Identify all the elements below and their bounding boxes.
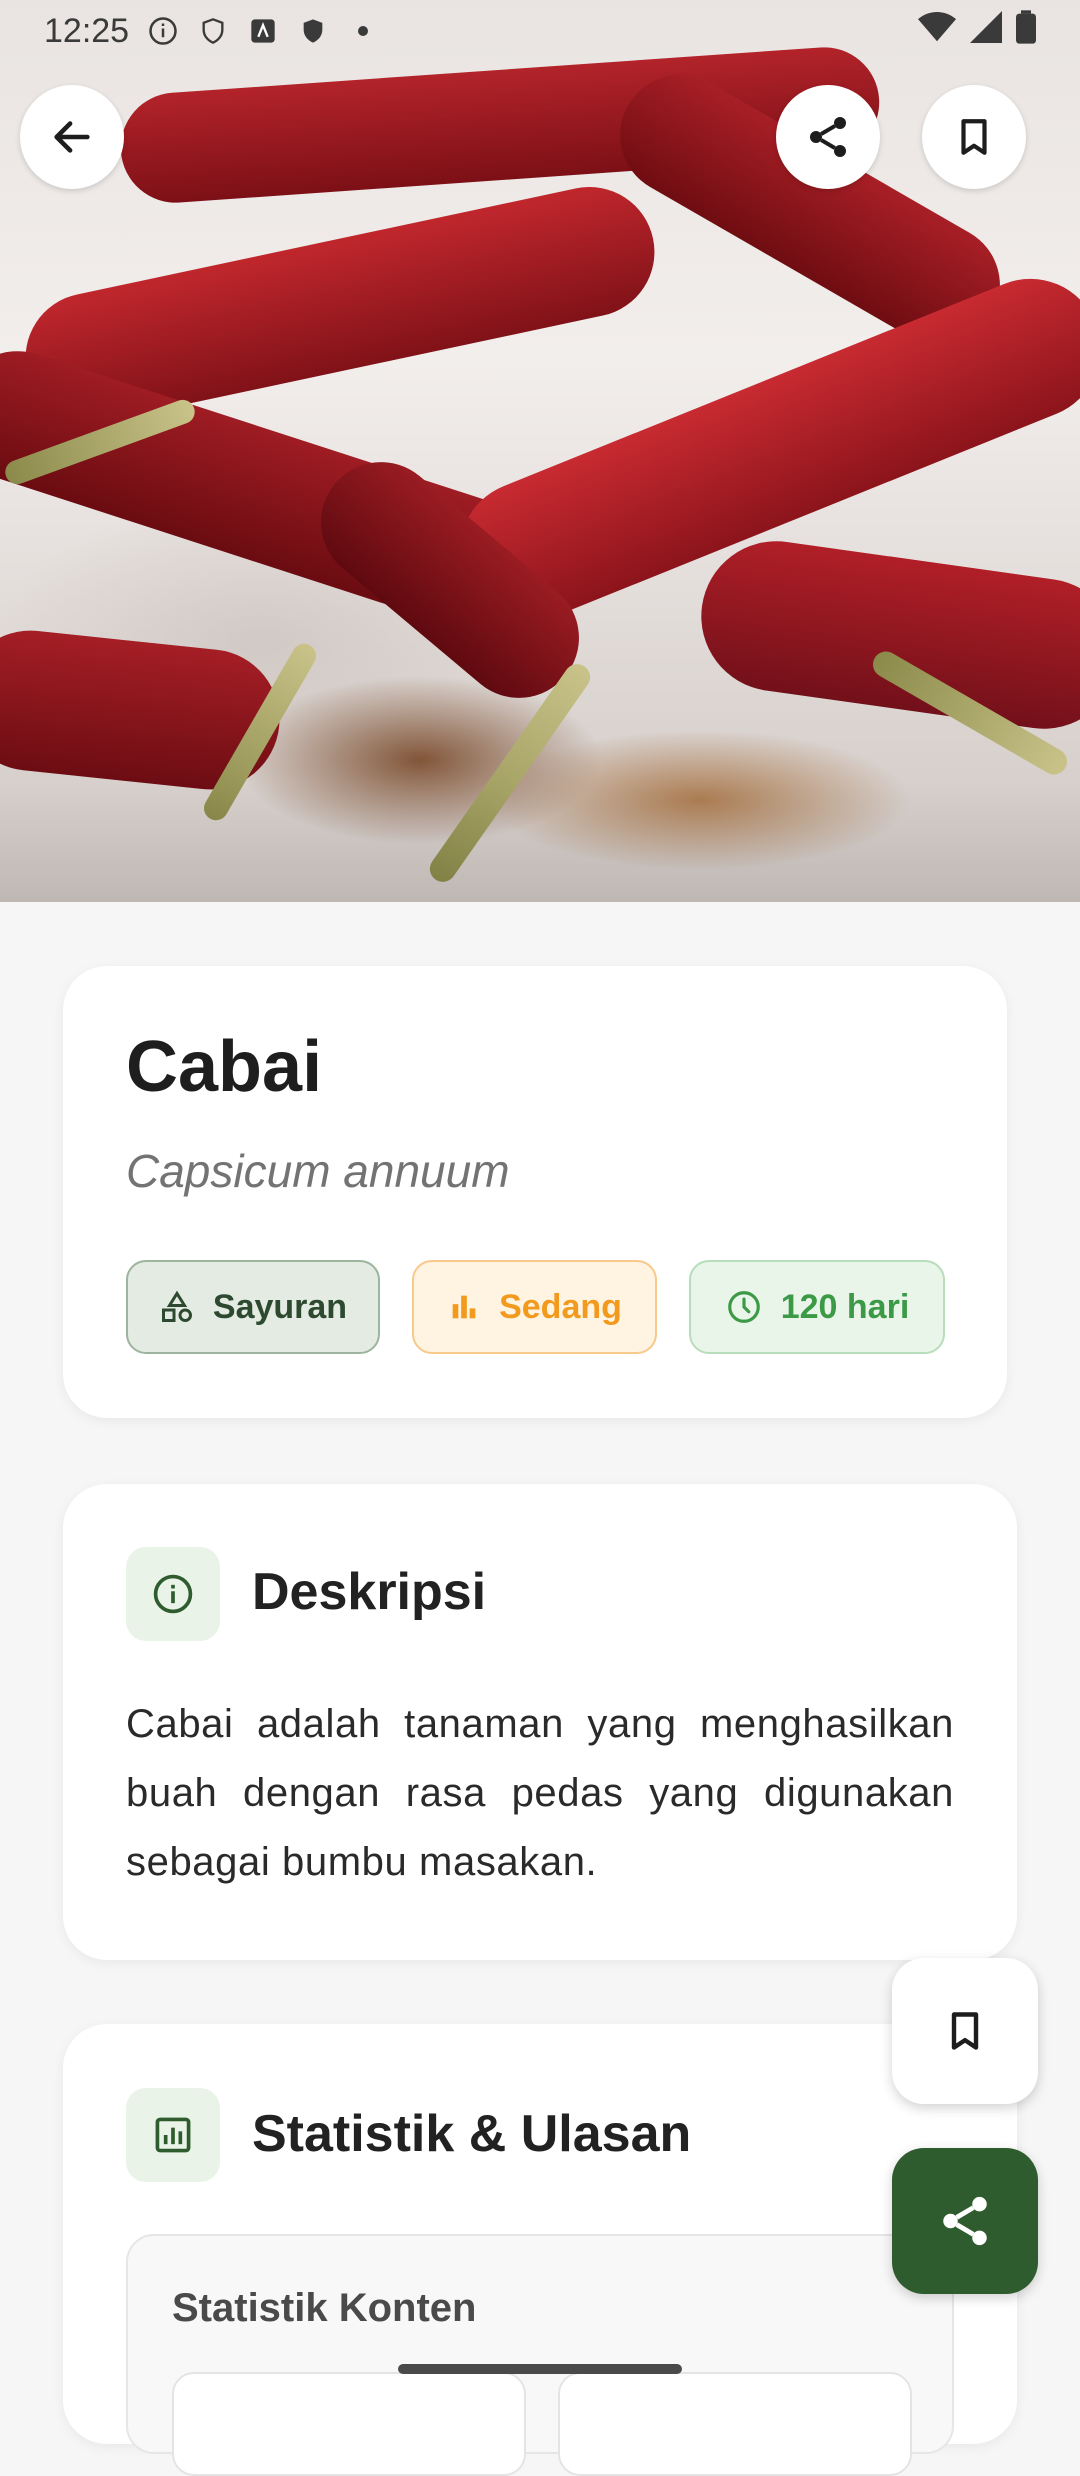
dot-status-icon xyxy=(347,15,379,47)
share-fab[interactable] xyxy=(892,2148,1038,2294)
share-icon xyxy=(810,117,846,157)
gesture-nav-bar[interactable] xyxy=(398,2364,682,2374)
shield-filled-status-icon xyxy=(297,15,329,47)
info-icon xyxy=(153,1574,193,1614)
share-icon xyxy=(943,2196,987,2246)
plant-scientific-name: Capsicum annuum xyxy=(126,1145,510,1197)
content-stats-panel: Statistik Konten xyxy=(126,2234,954,2476)
difficulty-chip[interactable]: Sedang xyxy=(412,1260,657,1354)
hero-image xyxy=(0,0,1080,902)
hero-fade xyxy=(0,782,1080,902)
status-bar: 12:25 xyxy=(0,0,1080,62)
shield-status-icon xyxy=(197,15,229,47)
analytics-icon xyxy=(155,2117,191,2153)
category-chip[interactable]: Sayuran xyxy=(126,1260,380,1354)
share-button[interactable] xyxy=(776,85,880,189)
description-text: Cabai adalah tanaman yang menghasilkan b… xyxy=(126,1702,954,1884)
stat-box xyxy=(172,2372,526,2476)
content-stats-title: Statistik Konten xyxy=(172,2286,477,2330)
description-title: Deskripsi xyxy=(252,1563,487,1621)
plant-name: Cabai xyxy=(126,1027,323,1107)
description-icon-box xyxy=(126,1547,220,1641)
chili-shape xyxy=(691,531,1080,739)
stats-icon-box xyxy=(126,2088,220,2182)
duration-chip[interactable]: 120 hari xyxy=(689,1260,945,1354)
difficulty-label: Sedang xyxy=(499,1287,622,1326)
wifi-icon xyxy=(918,11,956,52)
category-label: Sayuran xyxy=(212,1287,348,1326)
shapes-icon xyxy=(161,1290,192,1322)
bookmark-fab[interactable] xyxy=(892,1958,1038,2104)
signal-icon xyxy=(970,10,1002,52)
duration-label: 120 hari xyxy=(780,1287,910,1326)
clock-icon xyxy=(727,1291,760,1323)
battery-icon xyxy=(1016,9,1036,53)
arrow-left-icon xyxy=(54,121,90,153)
status-time: 12:25 xyxy=(44,11,130,50)
info-status-icon xyxy=(147,15,179,47)
stats-title: Statistik & Ulasan xyxy=(252,2105,692,2163)
bookmark-icon xyxy=(961,119,987,155)
app-status-icon xyxy=(247,15,279,47)
back-button[interactable] xyxy=(20,85,124,189)
bookmark-button[interactable] xyxy=(922,85,1026,189)
stat-box xyxy=(558,2372,912,2476)
bar-chart-icon xyxy=(452,1295,476,1319)
bookmark-icon xyxy=(951,2012,979,2050)
